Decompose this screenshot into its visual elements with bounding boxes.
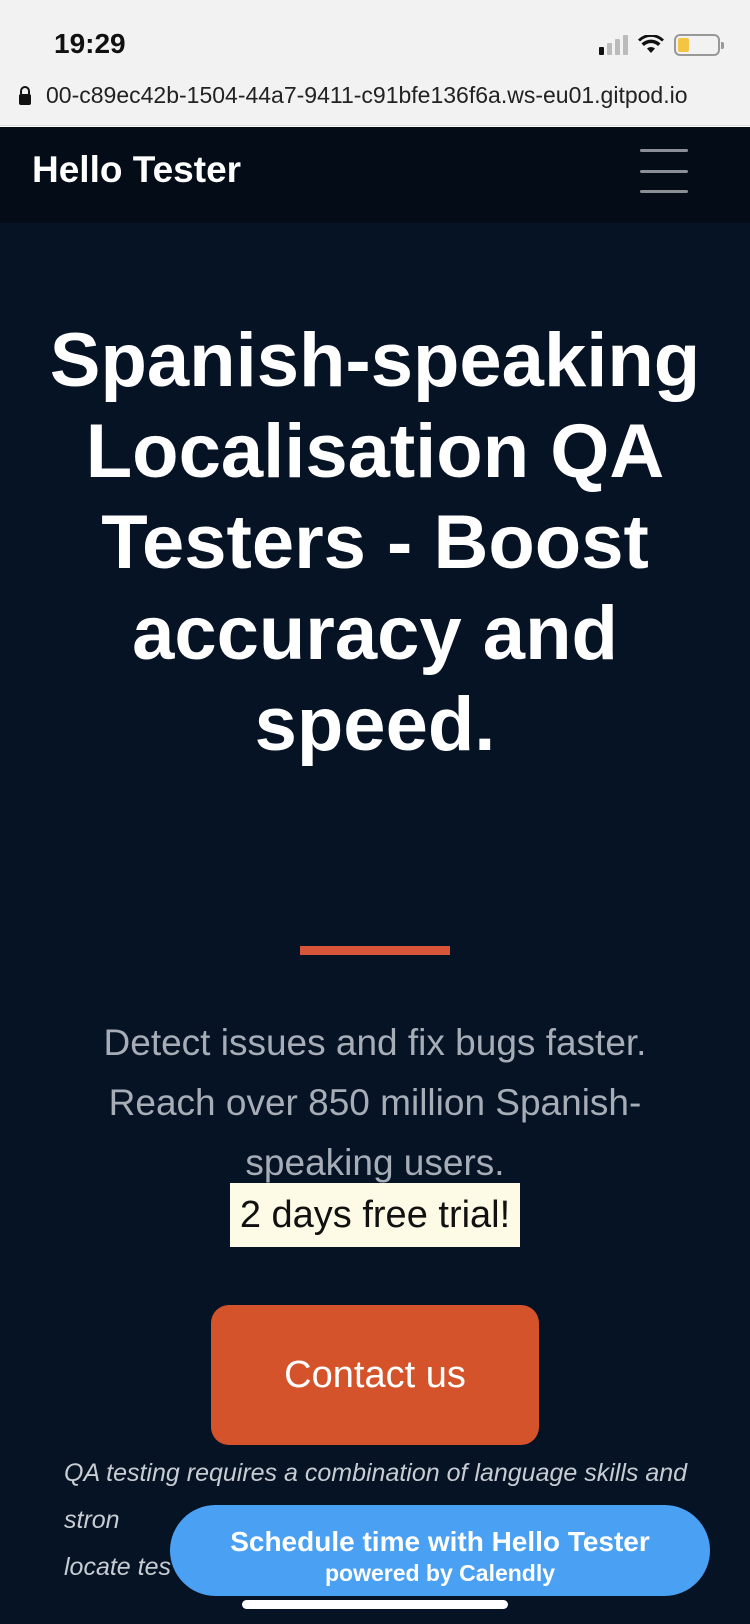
hamburger-menu-icon[interactable] bbox=[640, 147, 688, 195]
status-time: 19:29 bbox=[54, 28, 126, 59]
calendly-subtitle: powered by Calendly bbox=[324, 1560, 556, 1586]
navbar: Hello Tester bbox=[0, 127, 750, 223]
home-indicator bbox=[242, 1600, 508, 1609]
hero-section: Spanish-speaking Localisation QA Testers… bbox=[0, 223, 750, 1624]
browser-url-bar[interactable]: 00-c89ec42b-1504-44a7-9411-c91bfe136f6a.… bbox=[0, 72, 750, 126]
cellular-signal-icon bbox=[599, 35, 628, 55]
calendly-schedule-button[interactable]: Schedule time with Hello Tester powered … bbox=[170, 1505, 710, 1596]
battery-icon bbox=[674, 34, 724, 56]
hero-subtext: Detect issues and fix bugs faster. Reach… bbox=[103, 1022, 647, 1183]
battery-fill bbox=[678, 38, 690, 52]
status-icons bbox=[599, 32, 724, 58]
trial-badge: 2 days free trial! bbox=[229, 1183, 521, 1247]
hero-headline: Spanish-speaking Localisation QA Testers… bbox=[49, 318, 701, 767]
url-text[interactable]: 00-c89ec42b-1504-44a7-9411-c91bfe136f6a.… bbox=[46, 82, 742, 109]
trial-badge-wrapper: 2 days free trial! bbox=[0, 1183, 750, 1247]
status-bar: 19:29 bbox=[0, 0, 750, 72]
wifi-icon bbox=[638, 35, 664, 53]
lock-icon bbox=[19, 86, 31, 105]
calendly-title: Schedule time with Hello Tester bbox=[230, 1526, 650, 1557]
contact-us-button[interactable]: Contact us bbox=[211, 1305, 539, 1445]
brand-logo-text[interactable]: Hello Tester bbox=[32, 149, 241, 191]
headline-divider bbox=[300, 946, 450, 955]
body-copy-line3: locate tes bbox=[64, 1553, 172, 1581]
